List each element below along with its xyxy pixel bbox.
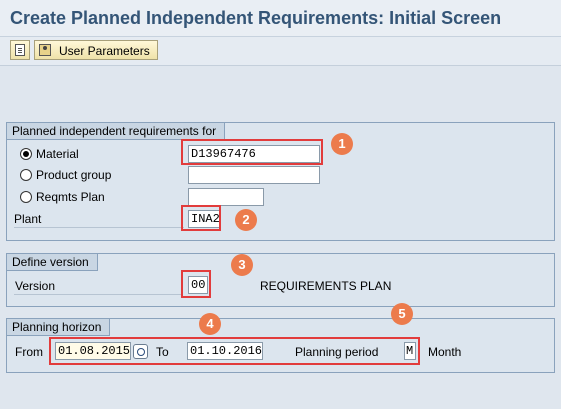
requirements-for-header: Planned independent requirements for: [7, 123, 226, 140]
user-settings-icon: [39, 44, 51, 56]
badge-2: 2: [235, 209, 257, 231]
define-version-panel: Define version Version 00 REQUIREMENTS P…: [6, 253, 555, 307]
highlight-planning-horizon: [49, 337, 420, 365]
badge-1: 1: [331, 133, 353, 155]
document-icon: [15, 44, 25, 56]
product-group-radio[interactable]: [20, 169, 32, 181]
highlight-version: [181, 270, 211, 298]
title-bar: Create Planned Independent Requirements:…: [0, 0, 561, 37]
badge-5: 5: [391, 303, 413, 325]
badge-3: 3: [231, 254, 253, 276]
reqmts-plan-input[interactable]: [188, 188, 264, 206]
planning-period-description: Month: [428, 345, 462, 359]
page-title: Create Planned Independent Requirements:…: [10, 8, 502, 28]
highlight-material: [181, 139, 323, 165]
version-label-underline: [14, 294, 182, 295]
product-group-label: Product group: [36, 168, 112, 182]
highlight-plant: [181, 205, 221, 231]
reqmts-plan-label: Reqmts Plan: [36, 190, 105, 204]
application-toolbar: User Parameters: [0, 37, 561, 66]
reqmts-plan-radio[interactable]: [20, 191, 32, 203]
material-radio[interactable]: [20, 148, 32, 160]
overview-button[interactable]: [10, 40, 30, 60]
user-parameters-button[interactable]: User Parameters: [34, 40, 158, 60]
plant-label: Plant: [14, 212, 42, 226]
plant-label-underline: [14, 227, 184, 228]
define-version-header: Define version: [7, 254, 98, 271]
version-description: REQUIREMENTS PLAN: [260, 279, 392, 293]
version-label: Version: [15, 279, 56, 293]
product-group-input[interactable]: [188, 166, 320, 184]
material-label: Material: [36, 147, 79, 161]
badge-4: 4: [199, 313, 221, 335]
planning-horizon-header: Planning horizon: [7, 319, 111, 336]
from-label: From: [15, 345, 43, 359]
user-parameters-label: User Parameters: [59, 44, 150, 58]
